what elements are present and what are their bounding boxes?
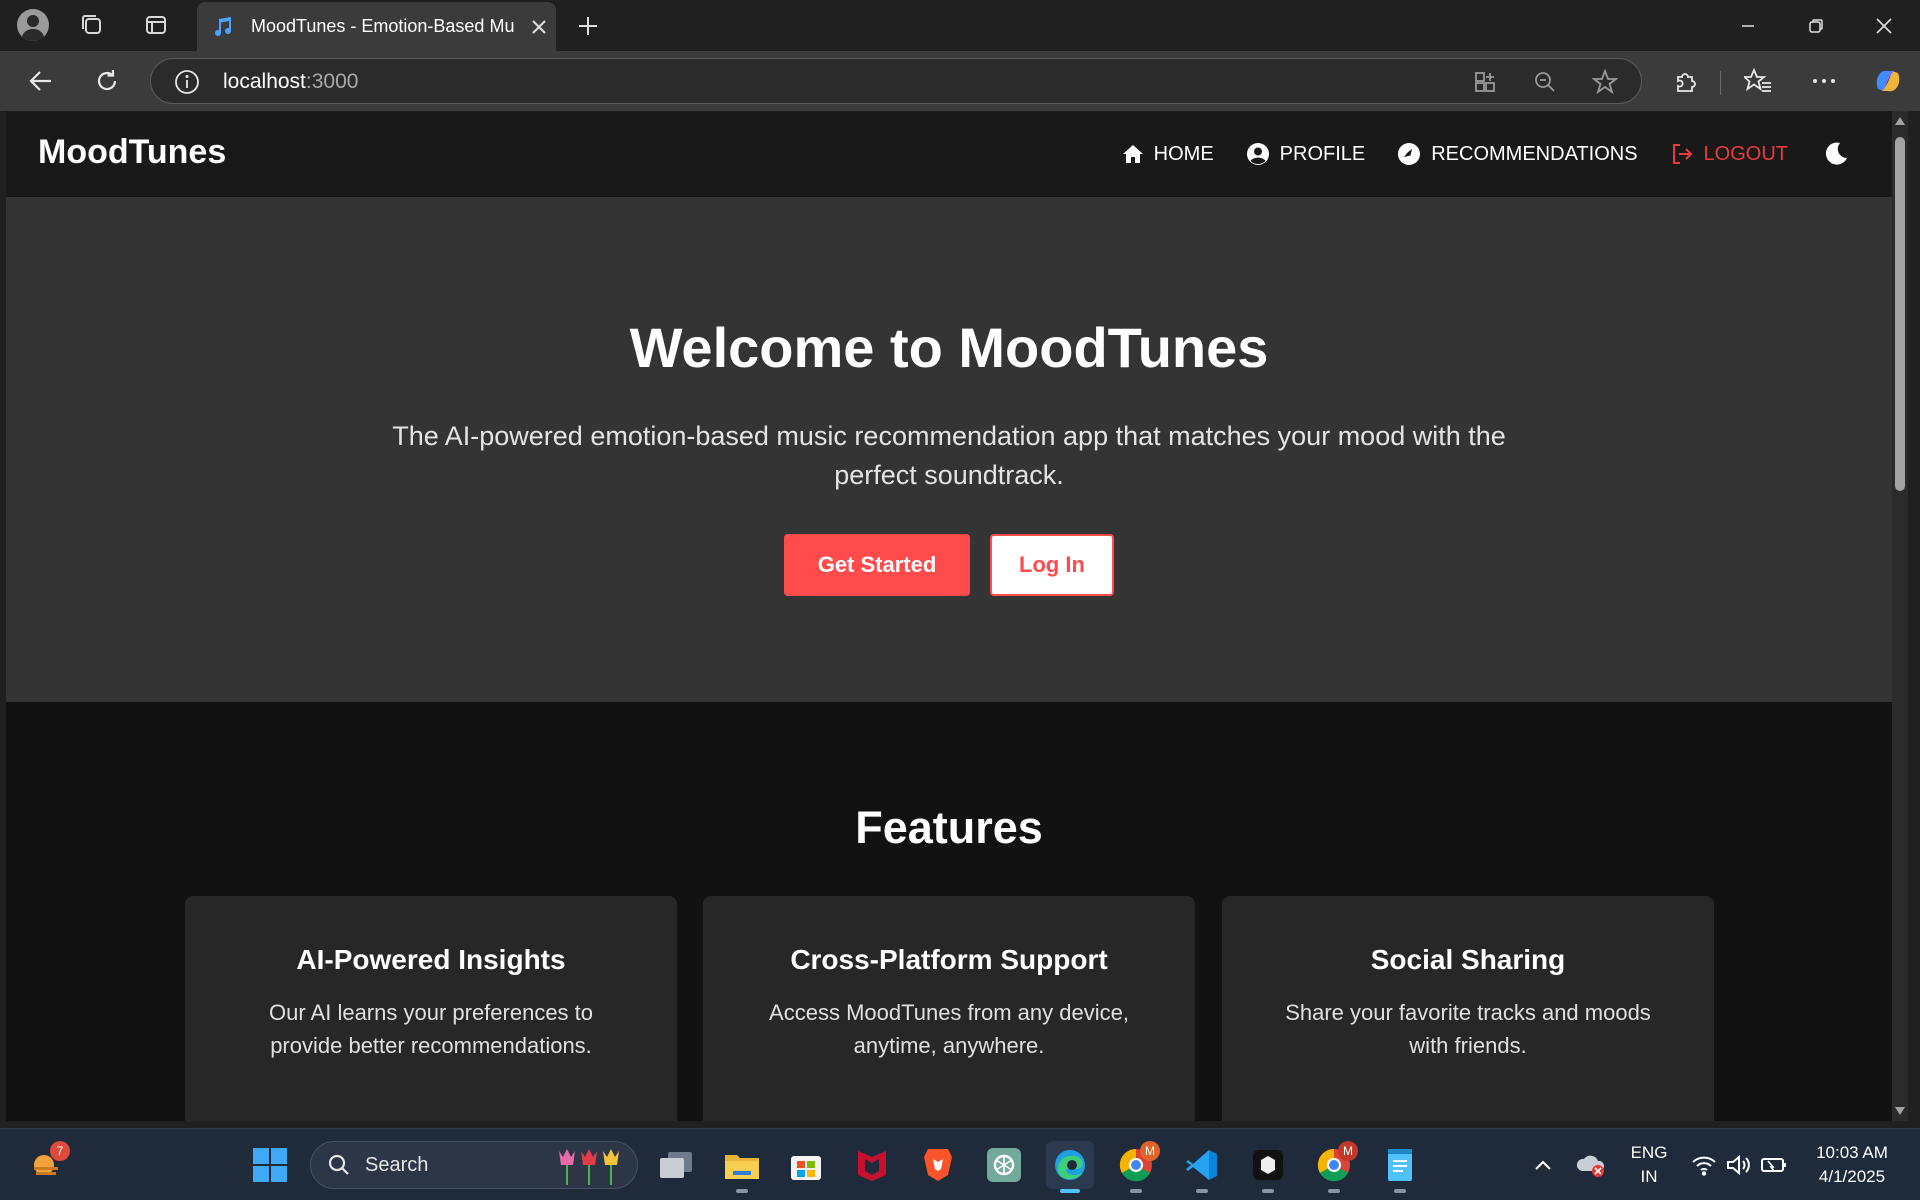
taskbar-search[interactable]: Search bbox=[310, 1141, 638, 1189]
hero-section: Welcome to MoodTunes The AI-powered emot… bbox=[6, 197, 1892, 702]
zoom-out-icon[interactable] bbox=[1531, 68, 1559, 96]
nav-logout[interactable]: LOGOUT bbox=[1670, 142, 1788, 166]
url-text[interactable]: localhost:3000 bbox=[223, 70, 358, 94]
windows-taskbar: 7 Search M M ENG IN 10:03 AM 4/1/2025 bbox=[0, 1128, 1920, 1200]
nav-profile[interactable]: PROFILE bbox=[1246, 142, 1366, 166]
favorite-star-icon[interactable] bbox=[1591, 68, 1619, 96]
language-indicator[interactable]: ENG IN bbox=[1626, 1141, 1672, 1189]
nav-recommendations[interactable]: RECOMMENDATIONS bbox=[1397, 142, 1638, 166]
feature-card-text: Our AI learns your preferences to provid… bbox=[268, 1000, 594, 1058]
back-arrow-icon[interactable] bbox=[21, 63, 61, 99]
feature-card-text: Access MoodTunes from any device, anytim… bbox=[769, 1000, 1129, 1058]
minimize-icon[interactable] bbox=[1728, 6, 1768, 46]
extensions-icon[interactable] bbox=[1666, 63, 1706, 99]
chatgpt-icon[interactable] bbox=[980, 1141, 1028, 1189]
battery-icon[interactable] bbox=[1754, 1141, 1794, 1189]
nav-home-label: HOME bbox=[1153, 142, 1214, 165]
more-menu-icon[interactable] bbox=[1804, 63, 1844, 99]
active-tab[interactable]: MoodTunes - Emotion-Based Mu bbox=[197, 2, 556, 51]
feature-card: Social Sharing Share your favorite track… bbox=[1222, 896, 1714, 1121]
scroll-down-icon bbox=[1895, 1107, 1905, 1115]
close-window-icon[interactable] bbox=[1864, 6, 1904, 46]
login-button[interactable]: Log In bbox=[990, 534, 1114, 596]
main-nav: HOME PROFILE RECOMMENDATIONS LOGOUT bbox=[1122, 111, 1892, 197]
nav-home[interactable]: HOME bbox=[1122, 143, 1214, 166]
mcafee-icon[interactable] bbox=[848, 1141, 896, 1189]
microsoft-store-icon[interactable] bbox=[782, 1141, 830, 1189]
search-placeholder: Search bbox=[365, 1153, 429, 1176]
feature-card-text: Share your favorite tracks and moods wit… bbox=[1285, 1000, 1651, 1058]
feature-card: Cross-Platform Support Access MoodTunes … bbox=[703, 896, 1195, 1121]
features-section: Features AI-Powered Insights Our AI lear… bbox=[6, 702, 1892, 1121]
brave-browser-icon[interactable] bbox=[914, 1141, 962, 1189]
favorites-icon[interactable] bbox=[1738, 63, 1778, 99]
vscode-icon[interactable] bbox=[1178, 1141, 1226, 1193]
browser-toolbar: localhost:3000 bbox=[0, 51, 1920, 111]
file-explorer-icon[interactable] bbox=[718, 1141, 766, 1193]
task-view-icon[interactable] bbox=[652, 1141, 700, 1189]
music-note-icon bbox=[211, 15, 235, 39]
feature-card-title: Social Sharing bbox=[1370, 944, 1566, 975]
compass-icon bbox=[1398, 143, 1421, 165]
copilot-icon[interactable] bbox=[1868, 63, 1908, 99]
tab-title: MoodTunes - Emotion-Based Mu bbox=[251, 16, 515, 36]
terminal-app-icon[interactable] bbox=[1244, 1141, 1292, 1193]
browser-tab-bar: MoodTunes - Emotion-Based Mu bbox=[0, 0, 1920, 51]
clock-date: 4/1/2025 bbox=[1818, 1167, 1886, 1186]
address-bar[interactable]: localhost:3000 bbox=[150, 58, 1642, 104]
windows-start-icon[interactable] bbox=[246, 1141, 294, 1189]
home-icon bbox=[1122, 145, 1143, 163]
features-title: Features bbox=[855, 802, 1043, 853]
edge-browser-icon[interactable] bbox=[1046, 1141, 1094, 1193]
restore-icon[interactable] bbox=[1796, 6, 1836, 46]
refresh-icon[interactable] bbox=[87, 63, 127, 99]
profile-avatar-icon[interactable] bbox=[15, 7, 51, 43]
brand-logo[interactable]: MoodTunes bbox=[38, 133, 226, 172]
app-available-icon[interactable] bbox=[1471, 68, 1499, 96]
clock-time: 10:03 AM bbox=[1816, 1143, 1888, 1162]
app-header: MoodTunes HOME PROFILE RECOMMENDATIONS L… bbox=[6, 111, 1892, 197]
nav-profile-label: PROFILE bbox=[1279, 142, 1366, 165]
hero-subtitle: The AI-powered emotion-based music recom… bbox=[392, 421, 1506, 490]
chrome-profile-icon[interactable]: M bbox=[1310, 1141, 1358, 1193]
feature-card-title: AI-Powered Insights bbox=[296, 944, 566, 975]
toolbar-separator bbox=[1720, 71, 1721, 95]
search-icon bbox=[328, 1154, 349, 1175]
onedrive-error-icon[interactable] bbox=[1568, 1141, 1614, 1189]
site-info-icon[interactable] bbox=[173, 68, 201, 96]
chrome-badge: M bbox=[1140, 1141, 1160, 1161]
volume-icon[interactable] bbox=[1718, 1141, 1758, 1189]
chrome-profile-m-icon[interactable]: M bbox=[1112, 1141, 1160, 1193]
chevron-up-icon[interactable] bbox=[1520, 1141, 1566, 1189]
page-scrollbar[interactable] bbox=[1892, 111, 1908, 1121]
nav-recommendations-label: RECOMMENDATIONS bbox=[1431, 142, 1638, 165]
close-tab-icon[interactable] bbox=[527, 15, 551, 39]
scrollbar-thumb[interactable] bbox=[1895, 137, 1905, 491]
feature-card-title: Cross-Platform Support bbox=[790, 944, 1108, 975]
dark-mode-toggle-icon[interactable] bbox=[1820, 138, 1852, 170]
user-circle-icon bbox=[1246, 143, 1269, 165]
weather-badge: 7 bbox=[50, 1141, 70, 1161]
new-tab-icon[interactable] bbox=[572, 10, 604, 42]
tab-actions-icon[interactable] bbox=[138, 7, 174, 43]
nav-logout-label: LOGOUT bbox=[1703, 142, 1788, 165]
clock[interactable]: 10:03 AM 4/1/2025 bbox=[1800, 1141, 1904, 1189]
chrome-badge: M bbox=[1338, 1141, 1358, 1161]
notepad-icon[interactable] bbox=[1376, 1141, 1424, 1193]
get-started-button[interactable]: Get Started bbox=[784, 534, 970, 596]
hero-title: Welcome to MoodTunes bbox=[629, 316, 1269, 379]
weather-widget-icon[interactable]: 7 bbox=[22, 1141, 70, 1189]
logout-icon bbox=[1672, 144, 1692, 164]
scroll-up-icon bbox=[1895, 117, 1905, 125]
tulips-icon bbox=[559, 1149, 619, 1185]
page-viewport: MoodTunes HOME PROFILE RECOMMENDATIONS L… bbox=[6, 111, 1892, 1121]
workspaces-icon[interactable] bbox=[74, 7, 110, 43]
feature-card: AI-Powered Insights Our AI learns your p… bbox=[185, 896, 677, 1121]
